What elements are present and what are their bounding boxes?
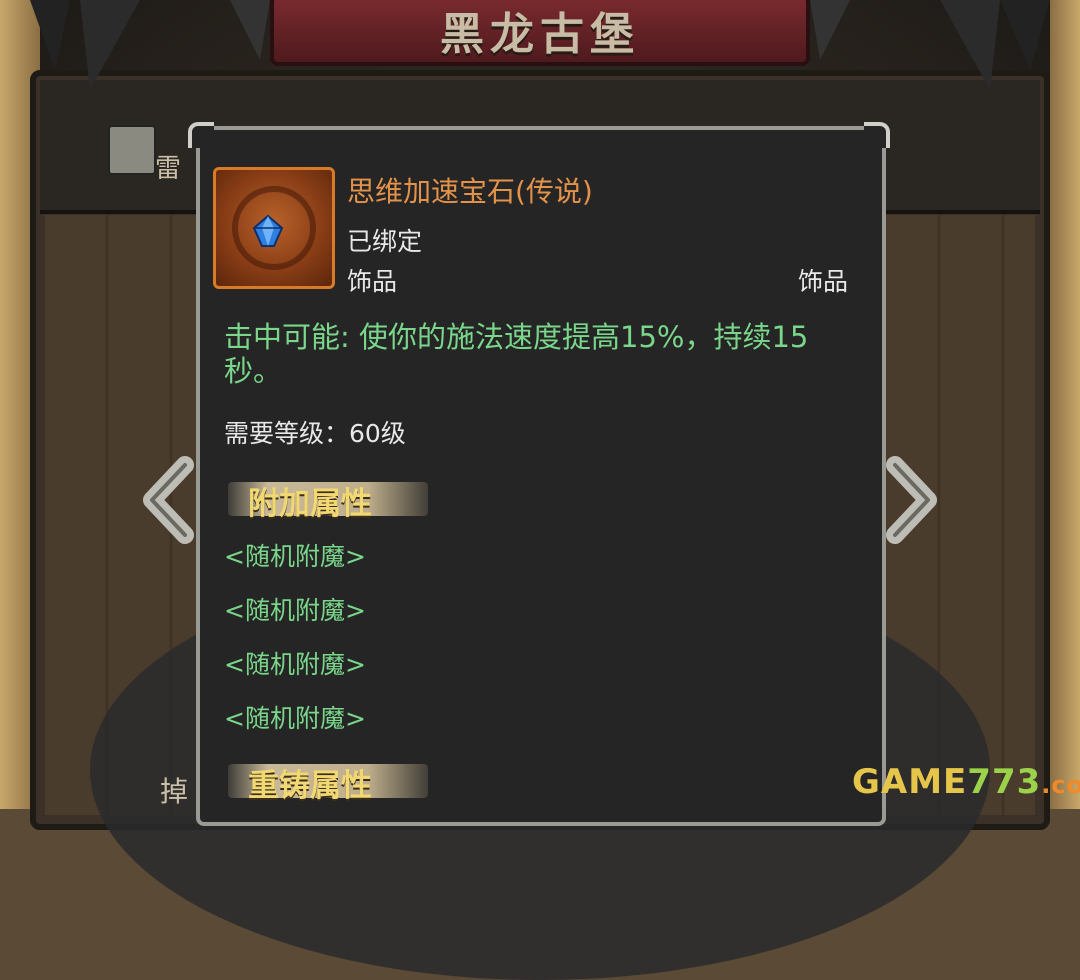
- random-enchant-entry: <随机附魔>: [224, 650, 366, 679]
- panel-corner-decoration: [188, 122, 214, 148]
- item-icon-frame: [213, 167, 335, 289]
- blue-gem-icon: [252, 214, 284, 247]
- boss-tab-label[interactable]: 雷: [155, 148, 181, 185]
- item-category: 饰品: [347, 267, 398, 296]
- reforge-attributes-title: 重铸属性: [248, 768, 372, 804]
- panel-corner-decoration: [864, 122, 890, 148]
- item-effect: 击中可能: 使你的施法速度提高15%，持续15秒。: [224, 320, 809, 388]
- item-name: 思维加速宝石(传说): [347, 175, 593, 208]
- watermark-com: .com: [1041, 771, 1080, 799]
- previous-arrow-icon[interactable]: [140, 455, 200, 545]
- item-bound-status: 已绑定: [347, 227, 423, 256]
- random-enchant-entry: <随机附魔>: [224, 596, 366, 625]
- random-enchant-entry: <随机附魔>: [224, 704, 366, 733]
- item-slot: 饰品: [798, 267, 849, 296]
- level-requirement: 需要等级：60级: [224, 419, 406, 448]
- boss-tab-icon[interactable]: [108, 125, 156, 175]
- dungeon-title-banner: 黑龙古堡: [270, 0, 810, 66]
- dungeon-title: 黑龙古堡: [440, 9, 640, 60]
- random-enchant-entry: <随机附魔>: [224, 542, 366, 571]
- next-arrow-icon[interactable]: [880, 455, 940, 545]
- site-watermark: GAME773.com: [852, 762, 1080, 802]
- watermark-game: GAME: [852, 762, 968, 802]
- loot-label: 掉: [160, 775, 189, 808]
- watermark-num: 773: [967, 762, 1042, 802]
- bonus-attributes-header: 附加属性: [228, 476, 428, 522]
- reforge-attributes-header: 重铸属性: [228, 758, 428, 804]
- bonus-attributes-title: 附加属性: [248, 486, 372, 522]
